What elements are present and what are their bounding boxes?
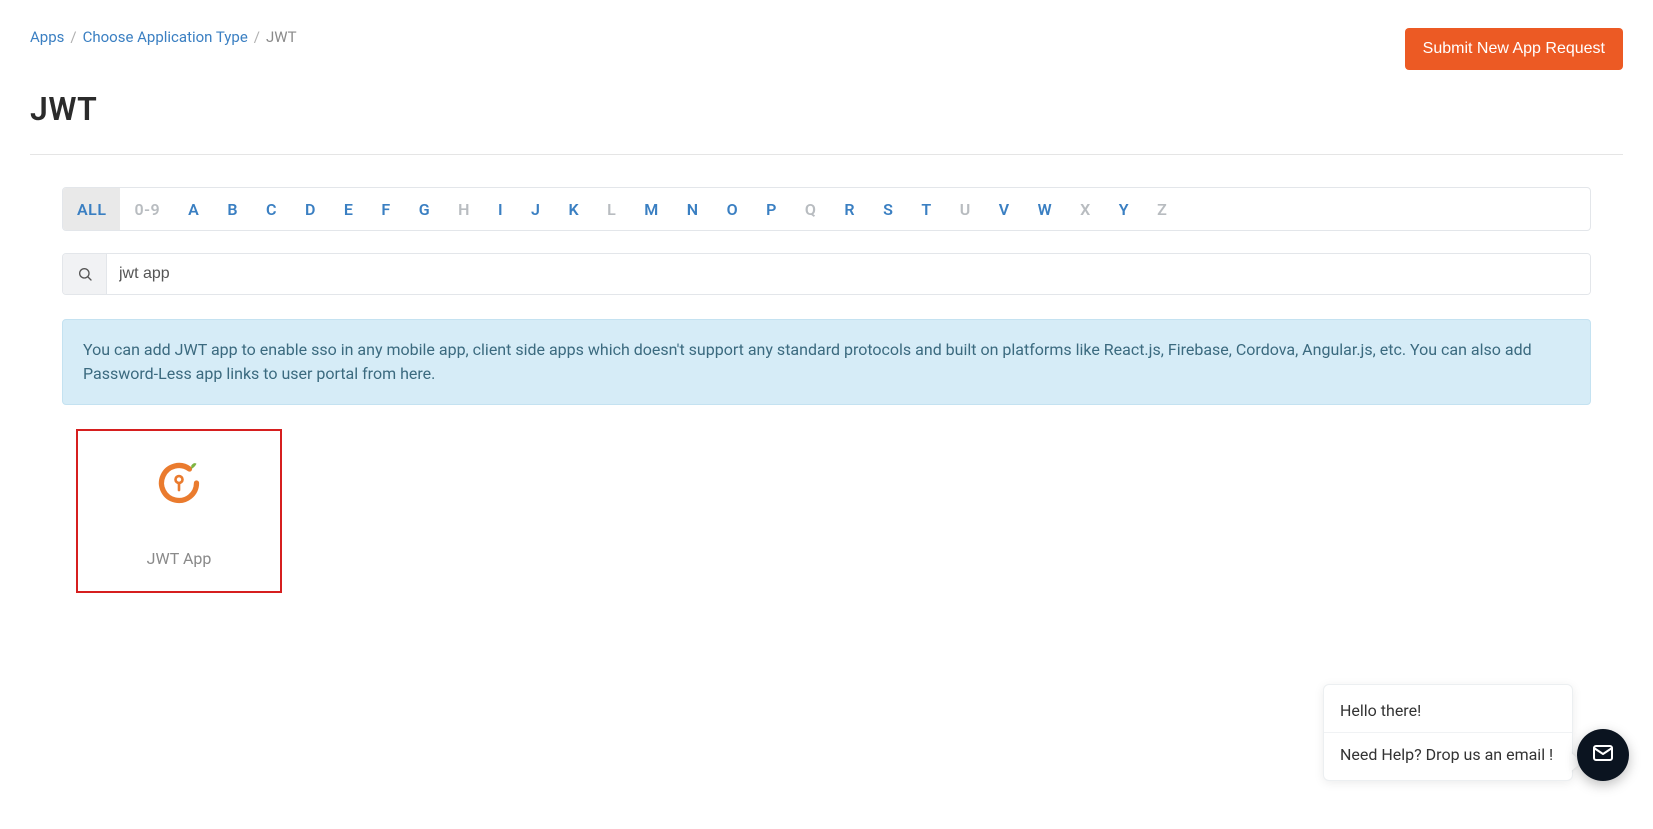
chat-line-greeting: Hello there! (1324, 689, 1572, 732)
alpha-filter-x: X (1066, 188, 1105, 230)
alpha-filter-u: U (946, 188, 985, 230)
alpha-filter-l: L (593, 188, 630, 230)
alpha-filter-y[interactable]: Y (1105, 188, 1143, 230)
page-title: JWT (30, 90, 1623, 128)
breadcrumb: Apps / Choose Application Type / JWT (30, 28, 297, 46)
alpha-filter-b[interactable]: B (213, 188, 252, 230)
alpha-filter-a[interactable]: A (174, 188, 213, 230)
alpha-filter-o[interactable]: O (713, 188, 753, 230)
alpha-filter-z: Z (1143, 188, 1181, 230)
chat-fab-button[interactable] (1577, 729, 1629, 781)
alpha-filter-c[interactable]: C (252, 188, 291, 230)
alpha-filter-v[interactable]: V (985, 188, 1024, 230)
alpha-filter-0-9: 0-9 (120, 188, 174, 230)
alpha-filter-d[interactable]: D (291, 188, 330, 230)
alpha-filter-k[interactable]: K (554, 188, 593, 230)
breadcrumb-separator: / (70, 28, 76, 46)
alpha-filter-bar: ALL0-9ABCDEFGHIJKLMNOPQRSTUVWXYZ (62, 187, 1591, 231)
alpha-filter-e[interactable]: E (330, 188, 368, 230)
submit-new-app-request-button[interactable]: Submit New App Request (1405, 28, 1623, 70)
breadcrumb-separator: / (254, 28, 260, 46)
alpha-filter-w[interactable]: W (1024, 188, 1067, 230)
alpha-filter-n[interactable]: N (673, 188, 713, 230)
orange-lock-icon (151, 455, 207, 515)
info-box: You can add JWT app to enable sso in any… (62, 319, 1591, 405)
breadcrumb-current: JWT (266, 28, 297, 46)
alpha-filter-m[interactable]: M (630, 188, 673, 230)
breadcrumb-link-choose-application-type[interactable]: Choose Application Type (83, 28, 248, 46)
alpha-filter-p[interactable]: P (752, 188, 791, 230)
chat-bubble[interactable]: Hello there! Need Help? Drop us an email… (1323, 684, 1573, 781)
app-card-label: JWT App (147, 549, 212, 568)
alpha-filter-f[interactable]: F (367, 188, 404, 230)
breadcrumb-link-apps[interactable]: Apps (30, 28, 64, 46)
search-icon (63, 254, 107, 294)
alpha-filter-i[interactable]: I (484, 188, 517, 230)
alpha-filter-g[interactable]: G (405, 188, 444, 230)
alpha-filter-q: Q (791, 188, 831, 230)
search-row (62, 253, 1591, 295)
chat-line-help: Need Help? Drop us an email ! (1324, 732, 1572, 776)
alpha-filter-s[interactable]: S (869, 188, 907, 230)
alpha-filter-h: H (444, 188, 484, 230)
app-cards-row: JWT App (62, 429, 1591, 593)
alpha-filter-all[interactable]: ALL (63, 188, 120, 230)
alpha-filter-r[interactable]: R (830, 188, 869, 230)
app-card-jwt-app[interactable]: JWT App (76, 429, 282, 593)
mail-icon (1591, 741, 1615, 769)
alpha-filter-t[interactable]: T (907, 188, 945, 230)
alpha-filter-j[interactable]: J (517, 188, 554, 230)
search-input[interactable] (107, 254, 1590, 294)
